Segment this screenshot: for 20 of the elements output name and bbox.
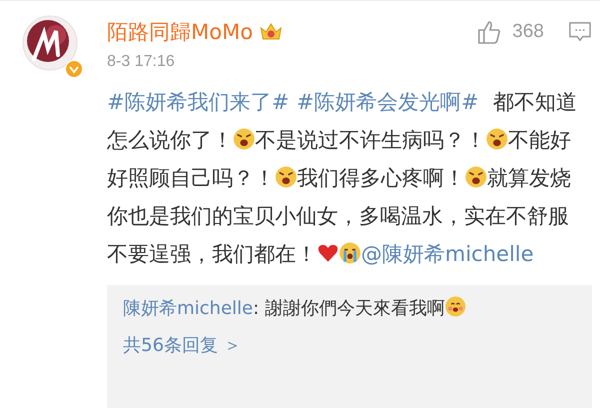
angry-face-icon [486, 128, 508, 150]
hashtag-link[interactable]: #陈妍希我们来了# [107, 90, 290, 114]
like-count: 368 [512, 21, 544, 43]
username[interactable]: 陌路同歸MoMo [107, 18, 253, 46]
timestamp: 8-3 17:16 [107, 53, 176, 71]
mention-link[interactable]: @陳妍希michelle [361, 242, 534, 266]
angry-face-icon [233, 128, 255, 150]
reply-author-link[interactable]: 陳妍希michelle [123, 298, 253, 319]
avatar[interactable] [22, 15, 78, 71]
angry-face-icon [275, 166, 297, 188]
crying-face-icon [339, 242, 361, 264]
thumbs-up-icon[interactable] [476, 19, 502, 45]
heart-icon [317, 242, 339, 264]
view-replies-link[interactable]: 共56条回复 ＞ [123, 329, 242, 363]
blushing-face-icon [444, 296, 466, 317]
angry-face-icon [465, 166, 487, 188]
reply-text: 陳妍希michelle: 謝謝你們今天來看我啊 [123, 293, 592, 325]
comment-icon[interactable] [568, 21, 592, 43]
comment-text: #陈妍希我们来了# #陈妍希会发光啊# 都不知道怎么说你了！ 不是说过不许生病吗？！ 不能好好照顾自己吗？！ 我们得多心疼啊！ 就算发烧你也是我们的宝贝小仙女，多喝温水，实在不舒服不要逞强，我们都在！ @陳妍希michelle [107, 89, 578, 268]
hashtag-link[interactable]: #陈妍希会发光啊# [296, 90, 479, 114]
